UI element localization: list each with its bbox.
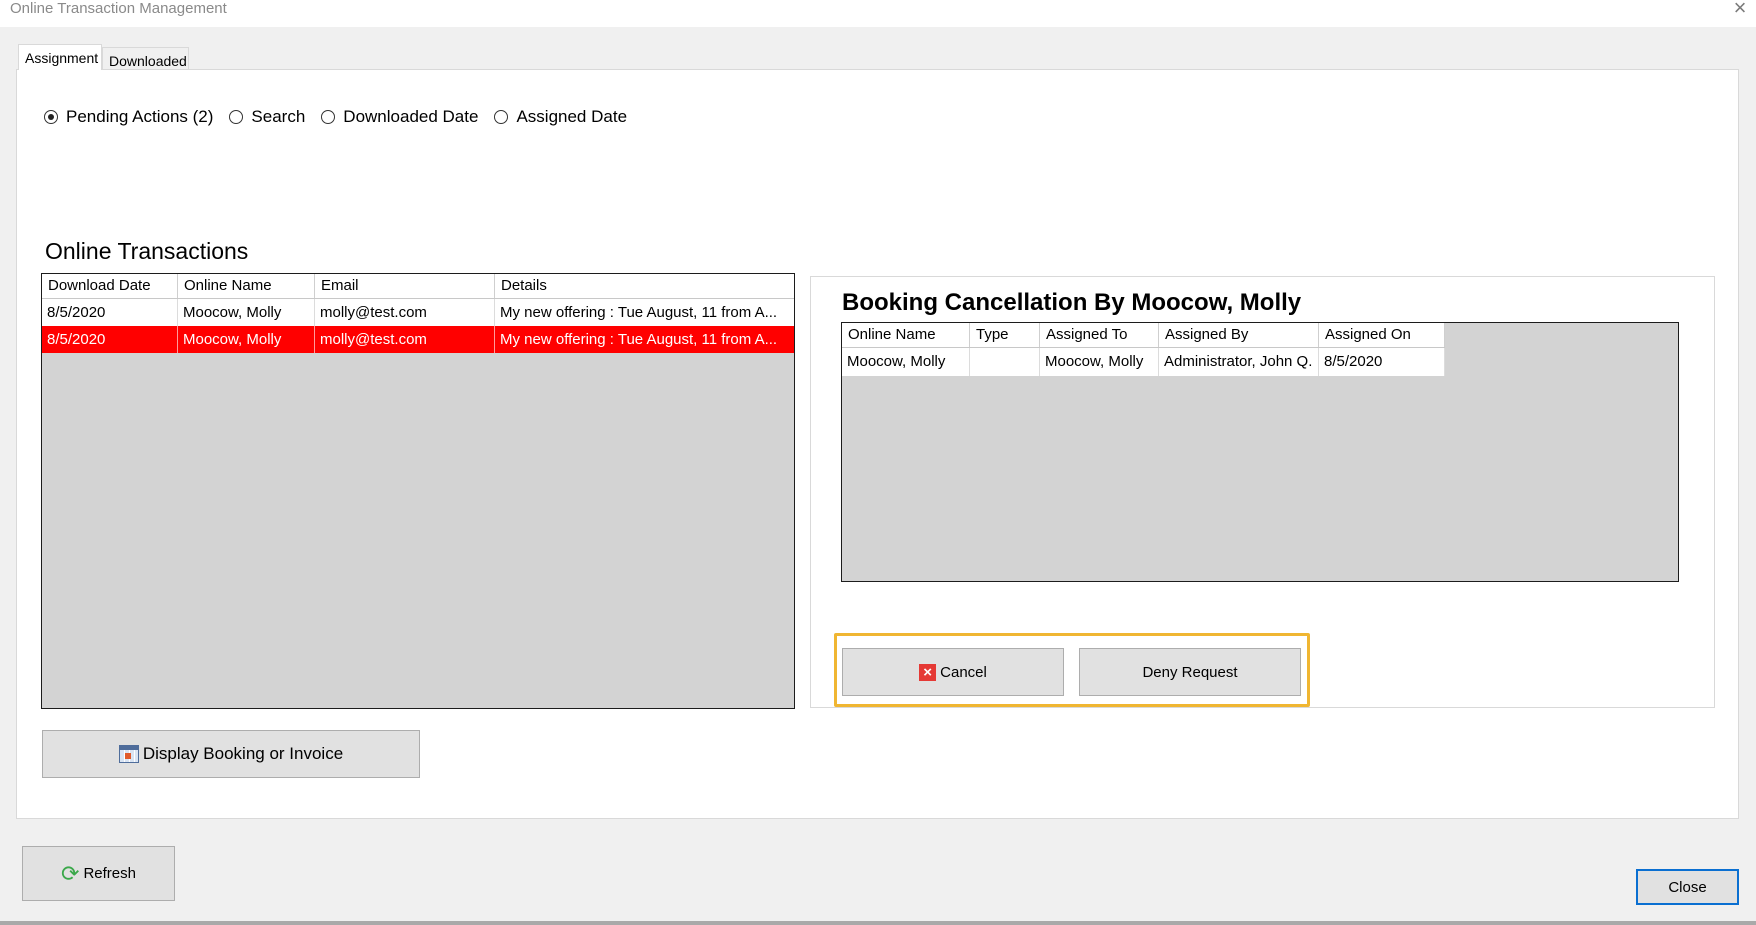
cancel-button-label: Cancel (940, 663, 987, 681)
cancel-button[interactable]: × Cancel (842, 648, 1064, 696)
cell-email: molly@test.com (315, 299, 495, 326)
cell-assigned-to: Moocow, Molly (1040, 348, 1159, 376)
cell-download-date: 8/5/2020 (42, 299, 178, 326)
column-header-type[interactable]: Type (970, 323, 1040, 347)
column-header-download-date[interactable]: Download Date (42, 274, 178, 298)
radio-search[interactable]: Search (229, 107, 305, 127)
radio-search-label[interactable]: Search (251, 107, 305, 127)
column-header-online-name[interactable]: Online Name (842, 323, 970, 347)
column-header-details[interactable]: Details (495, 274, 794, 298)
cell-assigned-on: 8/5/2020 (1319, 348, 1445, 376)
radio-pending-actions-label[interactable]: Pending Actions (2) (66, 107, 213, 127)
radio-downloaded-date[interactable]: Downloaded Date (321, 107, 478, 127)
transactions-grid[interactable]: Download Date Online Name Email Details … (41, 273, 795, 709)
column-header-assigned-on[interactable]: Assigned On (1319, 323, 1445, 347)
cell-online-name: Moocow, Molly (178, 326, 315, 353)
cancel-x-icon: × (919, 663, 937, 681)
radio-assigned-date[interactable]: Assigned Date (494, 107, 627, 127)
window-title: Online Transaction Management (10, 0, 227, 17)
cell-download-date: 8/5/2020 (42, 326, 178, 353)
cell-assigned-by: Administrator, John Q. (1159, 348, 1319, 376)
cell-email: molly@test.com (315, 326, 495, 353)
table-row-selected[interactable]: 8/5/2020 Moocow, Molly molly@test.com My… (42, 326, 794, 353)
refresh-icon: ⟳ (61, 860, 80, 886)
display-booking-button[interactable]: Display Booking or Invoice (42, 730, 420, 778)
booking-title: Booking Cancellation By Moocow, Molly (842, 289, 1302, 316)
cell-details: My new offering : Tue August, 11 from A.… (500, 331, 778, 348)
column-header-online-name[interactable]: Online Name (178, 274, 315, 298)
radio-checked-icon[interactable] (44, 110, 58, 124)
tab-assignment-label: Assignment (25, 50, 99, 66)
column-header-assigned-by[interactable]: Assigned By (1159, 323, 1319, 347)
table-row[interactable]: Moocow, Molly Moocow, Molly Administrato… (842, 348, 1445, 376)
cell-type (970, 348, 1040, 376)
window-close-icon[interactable]: × (1726, 0, 1754, 20)
booking-grid-header: Online Name Type Assigned To Assigned By… (842, 323, 1445, 348)
close-button[interactable]: Close (1636, 869, 1739, 905)
cell-details: My new offering : Tue August, 11 from A.… (500, 304, 778, 321)
radio-assigned-date-label[interactable]: Assigned Date (516, 107, 627, 127)
invoice-grid-icon (118, 745, 139, 763)
radio-unchecked-icon[interactable] (321, 110, 336, 124)
refresh-button[interactable]: ⟳ Refresh (22, 846, 175, 901)
refresh-button-label: Refresh (83, 865, 136, 882)
title-bar (0, 0, 1756, 27)
window-bottom-border (0, 921, 1756, 925)
column-header-assigned-to[interactable]: Assigned To (1040, 323, 1159, 347)
display-booking-button-label: Display Booking or Invoice (142, 744, 344, 763)
radio-pending-actions[interactable]: Pending Actions (2) (44, 107, 213, 127)
radio-downloaded-date-label[interactable]: Downloaded Date (343, 107, 478, 127)
close-button-label: Close (1668, 878, 1707, 896)
online-transactions-title: Online Transactions (45, 238, 249, 264)
filter-radio-group: Pending Actions (2) Search Downloaded Da… (44, 107, 643, 127)
table-row[interactable]: 8/5/2020 Moocow, Molly molly@test.com My… (42, 299, 794, 326)
tab-downloaded[interactable]: Downloaded (102, 47, 189, 70)
cell-online-name: Moocow, Molly (842, 348, 970, 376)
booking-grid[interactable]: Online Name Type Assigned To Assigned By… (841, 322, 1679, 582)
radio-unchecked-icon[interactable] (494, 110, 509, 124)
radio-unchecked-icon[interactable] (229, 110, 244, 124)
column-header-email[interactable]: Email (315, 274, 495, 298)
tab-assignment[interactable]: Assignment (18, 44, 102, 70)
deny-request-button-label: Deny Request (1142, 663, 1238, 681)
deny-request-button[interactable]: Deny Request (1079, 648, 1301, 696)
tab-downloaded-label: Downloaded (109, 53, 187, 69)
cell-online-name: Moocow, Molly (178, 299, 315, 326)
transactions-grid-header: Download Date Online Name Email Details (42, 274, 794, 299)
